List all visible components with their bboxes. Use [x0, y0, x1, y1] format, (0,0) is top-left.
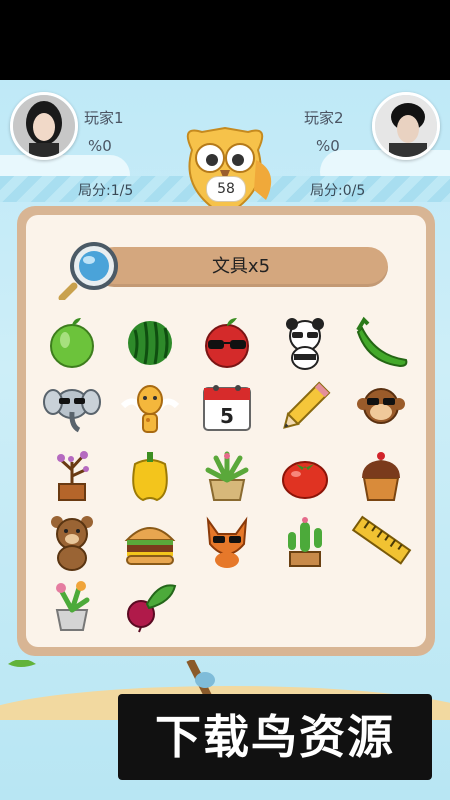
- player1-name: 玩家1: [84, 109, 124, 127]
- watermark-banner: 下载鸟资源: [118, 694, 432, 780]
- player2-name: 玩家2: [304, 109, 344, 127]
- watermelon-icon[interactable]: [119, 310, 181, 372]
- bell-pepper-icon[interactable]: [119, 444, 181, 506]
- player2-round-score: 局分:0/5: [310, 183, 366, 199]
- calendar-number: 5: [220, 404, 234, 428]
- basket-plant-icon[interactable]: [196, 444, 258, 506]
- player2-percent: %0: [316, 137, 340, 155]
- ruler-icon[interactable]: [350, 510, 412, 572]
- beet-icon[interactable]: [119, 572, 181, 634]
- giraffe-icon[interactable]: [119, 376, 181, 438]
- task-label: 文具x5: [211, 256, 271, 277]
- red-apple-sunglasses-icon[interactable]: [196, 310, 258, 372]
- green-chili-icon[interactable]: [350, 310, 412, 372]
- cactus-icon[interactable]: [274, 510, 336, 572]
- panda-icon[interactable]: [274, 310, 336, 372]
- fox-icon[interactable]: [196, 510, 258, 572]
- countdown-timer: 58: [206, 176, 246, 202]
- elephant-icon[interactable]: [41, 376, 103, 438]
- monkey-icon[interactable]: [350, 376, 412, 438]
- bear-icon[interactable]: [41, 510, 103, 572]
- magnifier-icon: [58, 240, 126, 302]
- cupcake-icon[interactable]: [350, 444, 412, 506]
- task-bar: 文具x5: [94, 247, 388, 287]
- tomato-icon[interactable]: [274, 444, 336, 506]
- green-apple-icon[interactable]: [41, 310, 103, 372]
- player1-avatar: [10, 92, 78, 160]
- pencil-icon[interactable]: [274, 376, 336, 438]
- watermark-text: 下载鸟资源: [155, 710, 395, 764]
- player2-avatar: [372, 92, 440, 160]
- calendar-icon[interactable]: 5: [196, 376, 258, 438]
- burger-icon[interactable]: [119, 510, 181, 572]
- player1-percent: %0: [88, 137, 112, 155]
- potted-flower-icon[interactable]: [41, 572, 103, 634]
- owl-mascot-icon: [170, 120, 280, 220]
- potted-tree-icon[interactable]: [41, 444, 103, 506]
- player1-round-score: 局分:1/5: [78, 183, 134, 199]
